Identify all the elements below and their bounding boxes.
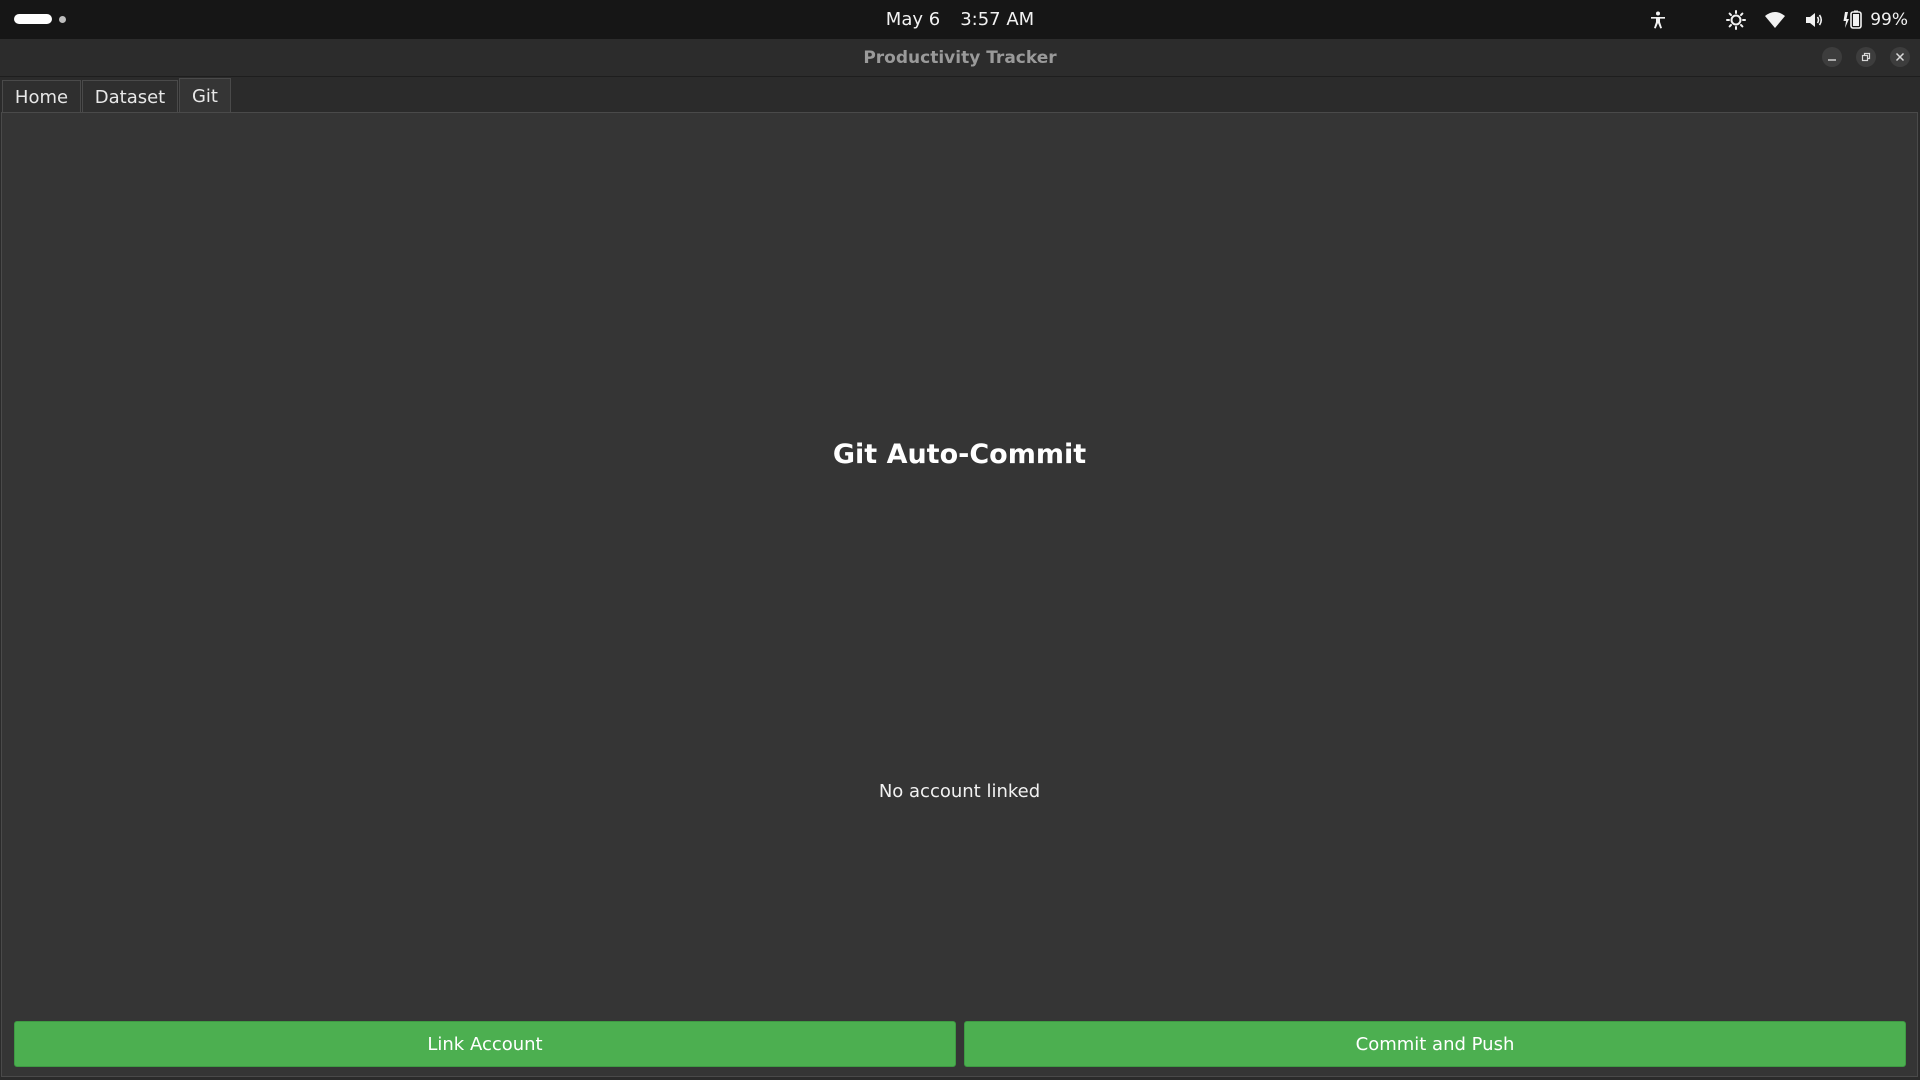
minimize-button[interactable] bbox=[1822, 47, 1842, 67]
tab-home[interactable]: Home bbox=[2, 80, 81, 113]
battery-icon[interactable] bbox=[1842, 10, 1864, 30]
close-button[interactable] bbox=[1890, 47, 1910, 67]
page-title: Git Auto-Commit bbox=[832, 439, 1087, 470]
tab-git[interactable]: Git bbox=[179, 78, 231, 113]
maximize-button[interactable] bbox=[1856, 47, 1876, 67]
accessibility-icon[interactable] bbox=[1648, 10, 1668, 30]
git-tab-panel: Git Auto-Commit No account linked Link A… bbox=[1, 112, 1918, 1077]
minimize-icon bbox=[1828, 59, 1836, 61]
account-status-label: No account linked bbox=[878, 781, 1041, 802]
clock[interactable]: May 6 3:57 AM bbox=[0, 0, 1920, 39]
system-tray[interactable]: 99% bbox=[1648, 0, 1908, 39]
battery-percent: 99% bbox=[1870, 9, 1908, 30]
window-controls bbox=[1822, 47, 1910, 67]
restore-icon bbox=[1861, 52, 1871, 62]
brightness-icon[interactable] bbox=[1726, 9, 1747, 30]
link-account-button[interactable]: Link Account bbox=[14, 1021, 956, 1067]
clock-date: May 6 bbox=[885, 9, 941, 30]
tab-bar: Home Dataset Git bbox=[0, 77, 1920, 113]
wifi-icon[interactable] bbox=[1764, 10, 1786, 30]
window-title: Productivity Tracker bbox=[863, 48, 1057, 68]
volume-icon[interactable] bbox=[1804, 10, 1824, 30]
commit-and-push-button[interactable]: Commit and Push bbox=[964, 1021, 1906, 1067]
window-title-bar[interactable]: Productivity Tracker bbox=[0, 39, 1920, 77]
close-icon bbox=[1895, 52, 1905, 62]
clock-time: 3:57 AM bbox=[960, 9, 1035, 30]
tab-dataset[interactable]: Dataset bbox=[82, 80, 178, 113]
system-top-bar: May 6 3:57 AM 99% bbox=[0, 0, 1920, 39]
